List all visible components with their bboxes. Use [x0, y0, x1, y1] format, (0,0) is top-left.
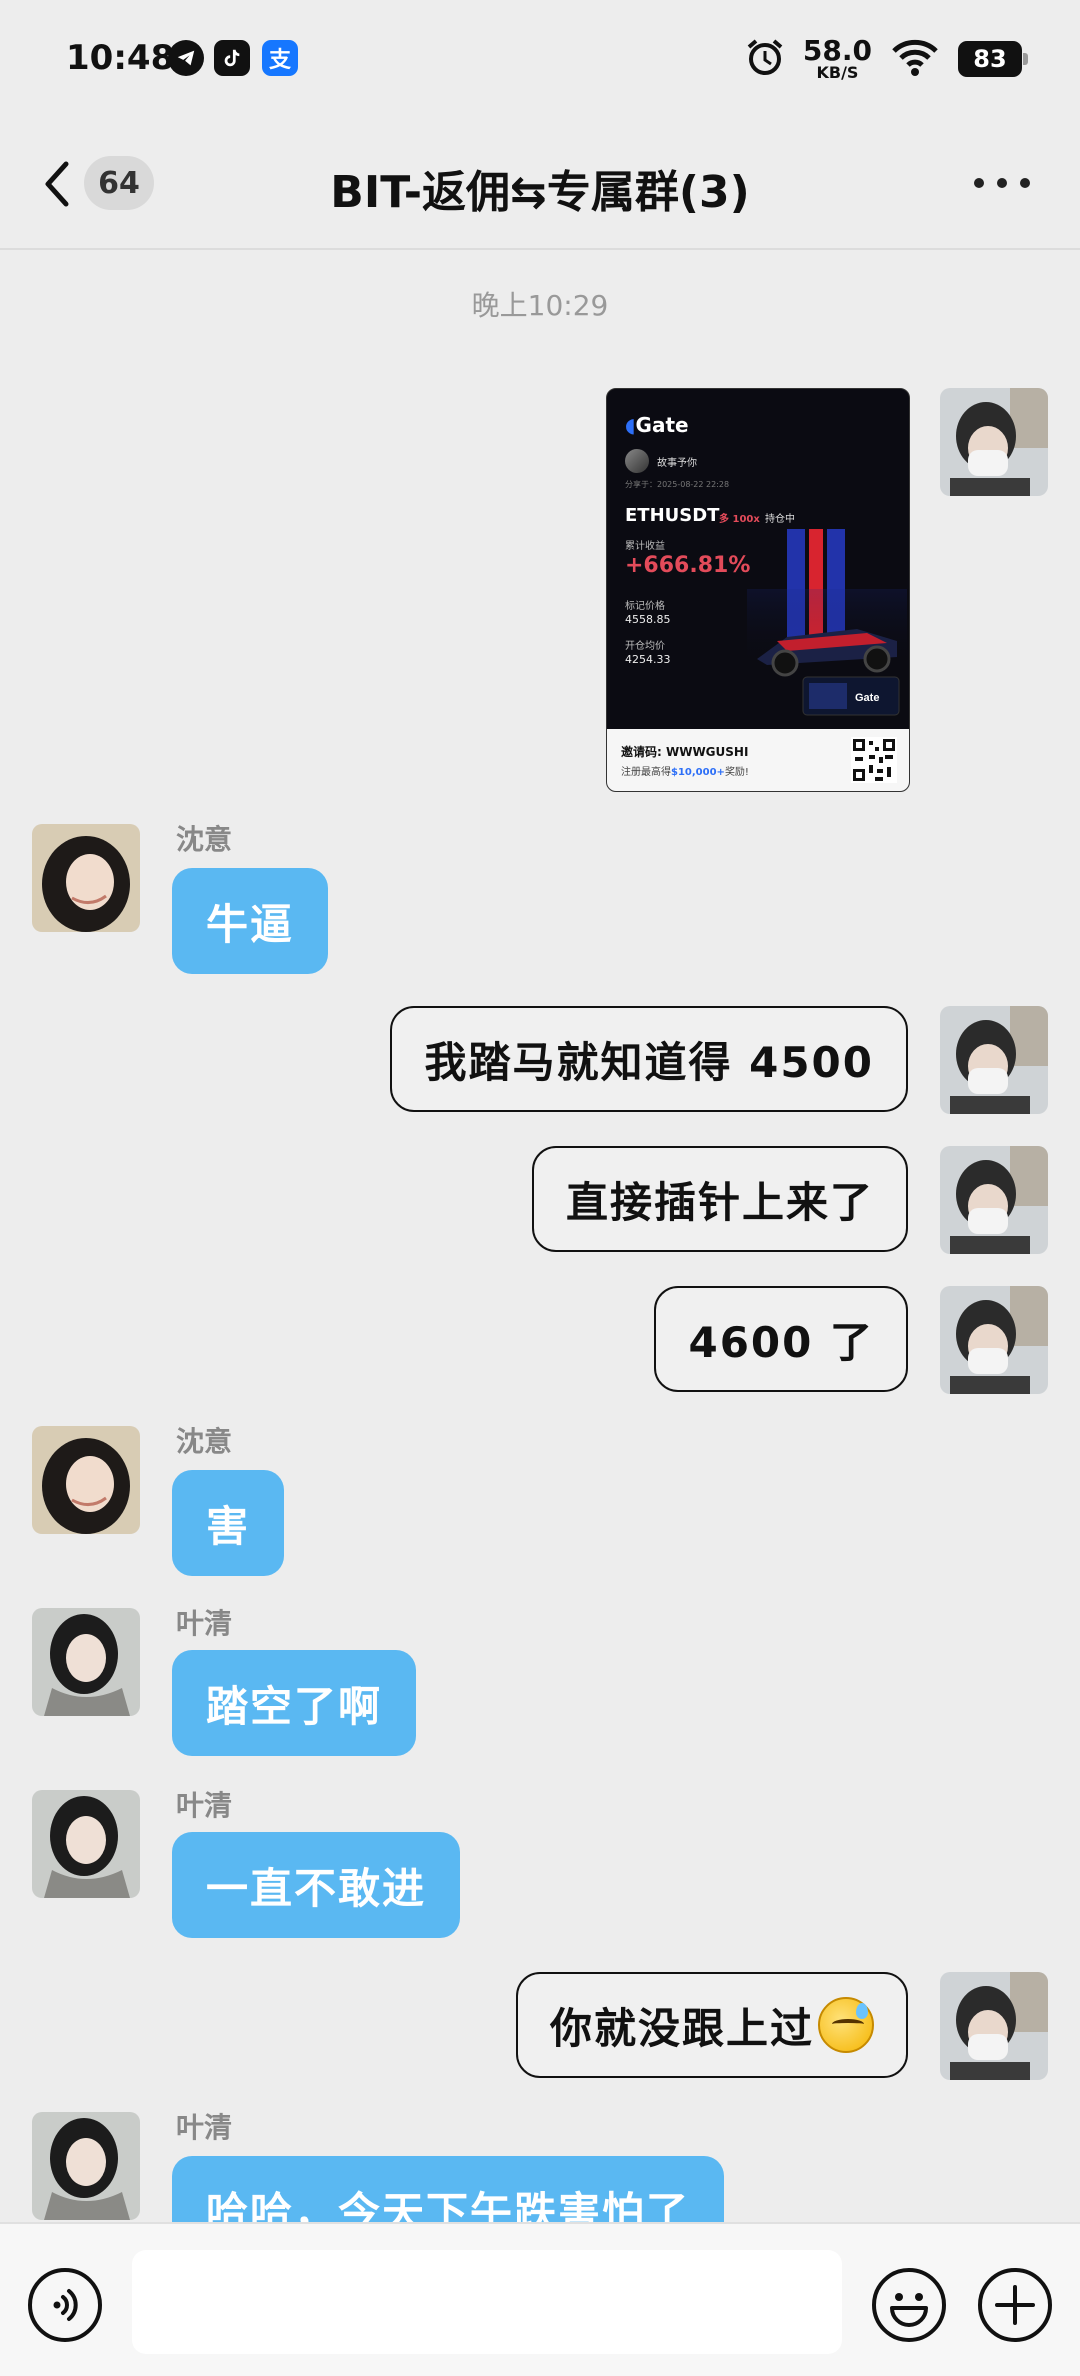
plus-icon [995, 2285, 1035, 2325]
self-avatar[interactable] [940, 388, 1048, 496]
avatar [625, 449, 649, 473]
shared-image-message[interactable]: ◖Gate 故事予你 分享于：2025-08-22 22:28 ETHUSDT … [606, 388, 910, 792]
gate-logo: ◖Gate [625, 413, 689, 437]
outgoing-message[interactable]: 直接插针上来了 [531, 1146, 908, 1252]
poster-user: 故事予你 [625, 449, 697, 473]
self-avatar[interactable] [940, 1286, 1048, 1394]
poster-mark-price: 4558.85 [625, 613, 671, 626]
poster-holding: 持仓中 [765, 514, 795, 525]
sweat-emoji-icon [818, 1997, 874, 2053]
sender-name: 沈意 [176, 1425, 233, 1458]
sender-name: 叶清 [176, 2111, 233, 2144]
network-speed: 58.0 KB/S [802, 34, 872, 82]
sender-avatar[interactable] [32, 1426, 140, 1534]
incoming-message[interactable]: 一直不敢进 [172, 1832, 461, 1938]
timestamp: 晚上10:29 [471, 289, 609, 322]
sender-avatar[interactable] [32, 1790, 140, 1898]
status-time: 10:48 [66, 38, 175, 78]
poster-mark-label: 标记价格 [625, 601, 665, 612]
poster-entry-price: 4254.33 [625, 653, 671, 666]
qr-code [851, 737, 897, 783]
wifi-icon [890, 37, 940, 81]
voice-button[interactable] [28, 2268, 102, 2342]
input-bar [0, 2222, 1080, 2376]
self-avatar[interactable] [940, 1146, 1048, 1254]
poster-pair: ETHUSDT [625, 505, 720, 526]
voice-icon [53, 2289, 78, 2321]
alarm-icon [745, 37, 785, 81]
poster-footer: 邀请码: WWWGUSHI 注册最高得$10,000+奖励! [607, 729, 909, 791]
svg-text:Gate: Gate [855, 692, 879, 704]
outgoing-message[interactable]: 我踏马就知道得 4500 [390, 1006, 908, 1112]
incoming-message[interactable]: 害 [172, 1470, 285, 1576]
sender-name: 叶清 [176, 1607, 233, 1640]
emoji-button[interactable] [872, 2268, 946, 2342]
poster-leverage: 多 100x [719, 514, 760, 525]
sender-avatar[interactable] [32, 2112, 140, 2220]
chat-header: 64 BIT-返佣⇆专属群(3) [0, 118, 1080, 250]
incoming-message[interactable]: 哈哈，今天下午跌害怕了 [172, 2156, 725, 2222]
message-list[interactable]: 晚上10:29 ◖Gate 故事予你 分享于：2025-08-22 22:28 … [0, 250, 1080, 2222]
alipay-icon: 支 [262, 40, 298, 76]
emoji-icon [890, 2293, 928, 2327]
battery-indicator: 83 [958, 41, 1028, 77]
poster-invite-code: 邀请码: WWWGUSHI [621, 745, 749, 759]
incoming-message[interactable]: 牛逼 [172, 868, 329, 974]
poster-cum-label: 累计收益 [625, 541, 665, 552]
sender-avatar[interactable] [32, 824, 140, 932]
poster-entry-label: 开仓均价 [625, 641, 665, 652]
more-actions-button[interactable] [978, 2268, 1052, 2342]
sender-name: 叶清 [176, 1789, 233, 1822]
status-bar: 10:48 支 58.0 KB/S 83 [0, 0, 1080, 118]
sender-name: 沈意 [176, 823, 233, 856]
poster-pnl: +666.81% [625, 553, 751, 578]
self-avatar[interactable] [940, 1006, 1048, 1114]
poster-share-time: 分享于：2025-08-22 22:28 [625, 480, 730, 489]
page-title: BIT-返佣⇆专属群(3) [330, 167, 750, 218]
race-car-image: Gate [747, 529, 907, 716]
more-horizontal-icon [974, 178, 984, 188]
self-avatar[interactable] [940, 1972, 1048, 2080]
sender-avatar[interactable] [32, 1608, 140, 1716]
outgoing-message[interactable]: 4600 了 [654, 1286, 908, 1392]
message-input[interactable] [132, 2250, 842, 2354]
more-options-button[interactable] [974, 178, 1030, 190]
outgoing-message[interactable]: 你就没跟上过 [515, 1972, 908, 2078]
poster-reward: 注册最高得$10,000+奖励! [621, 767, 749, 778]
incoming-message[interactable]: 踏空了啊 [172, 1650, 417, 1756]
telegram-icon [168, 40, 204, 76]
tiktok-icon [214, 40, 250, 76]
